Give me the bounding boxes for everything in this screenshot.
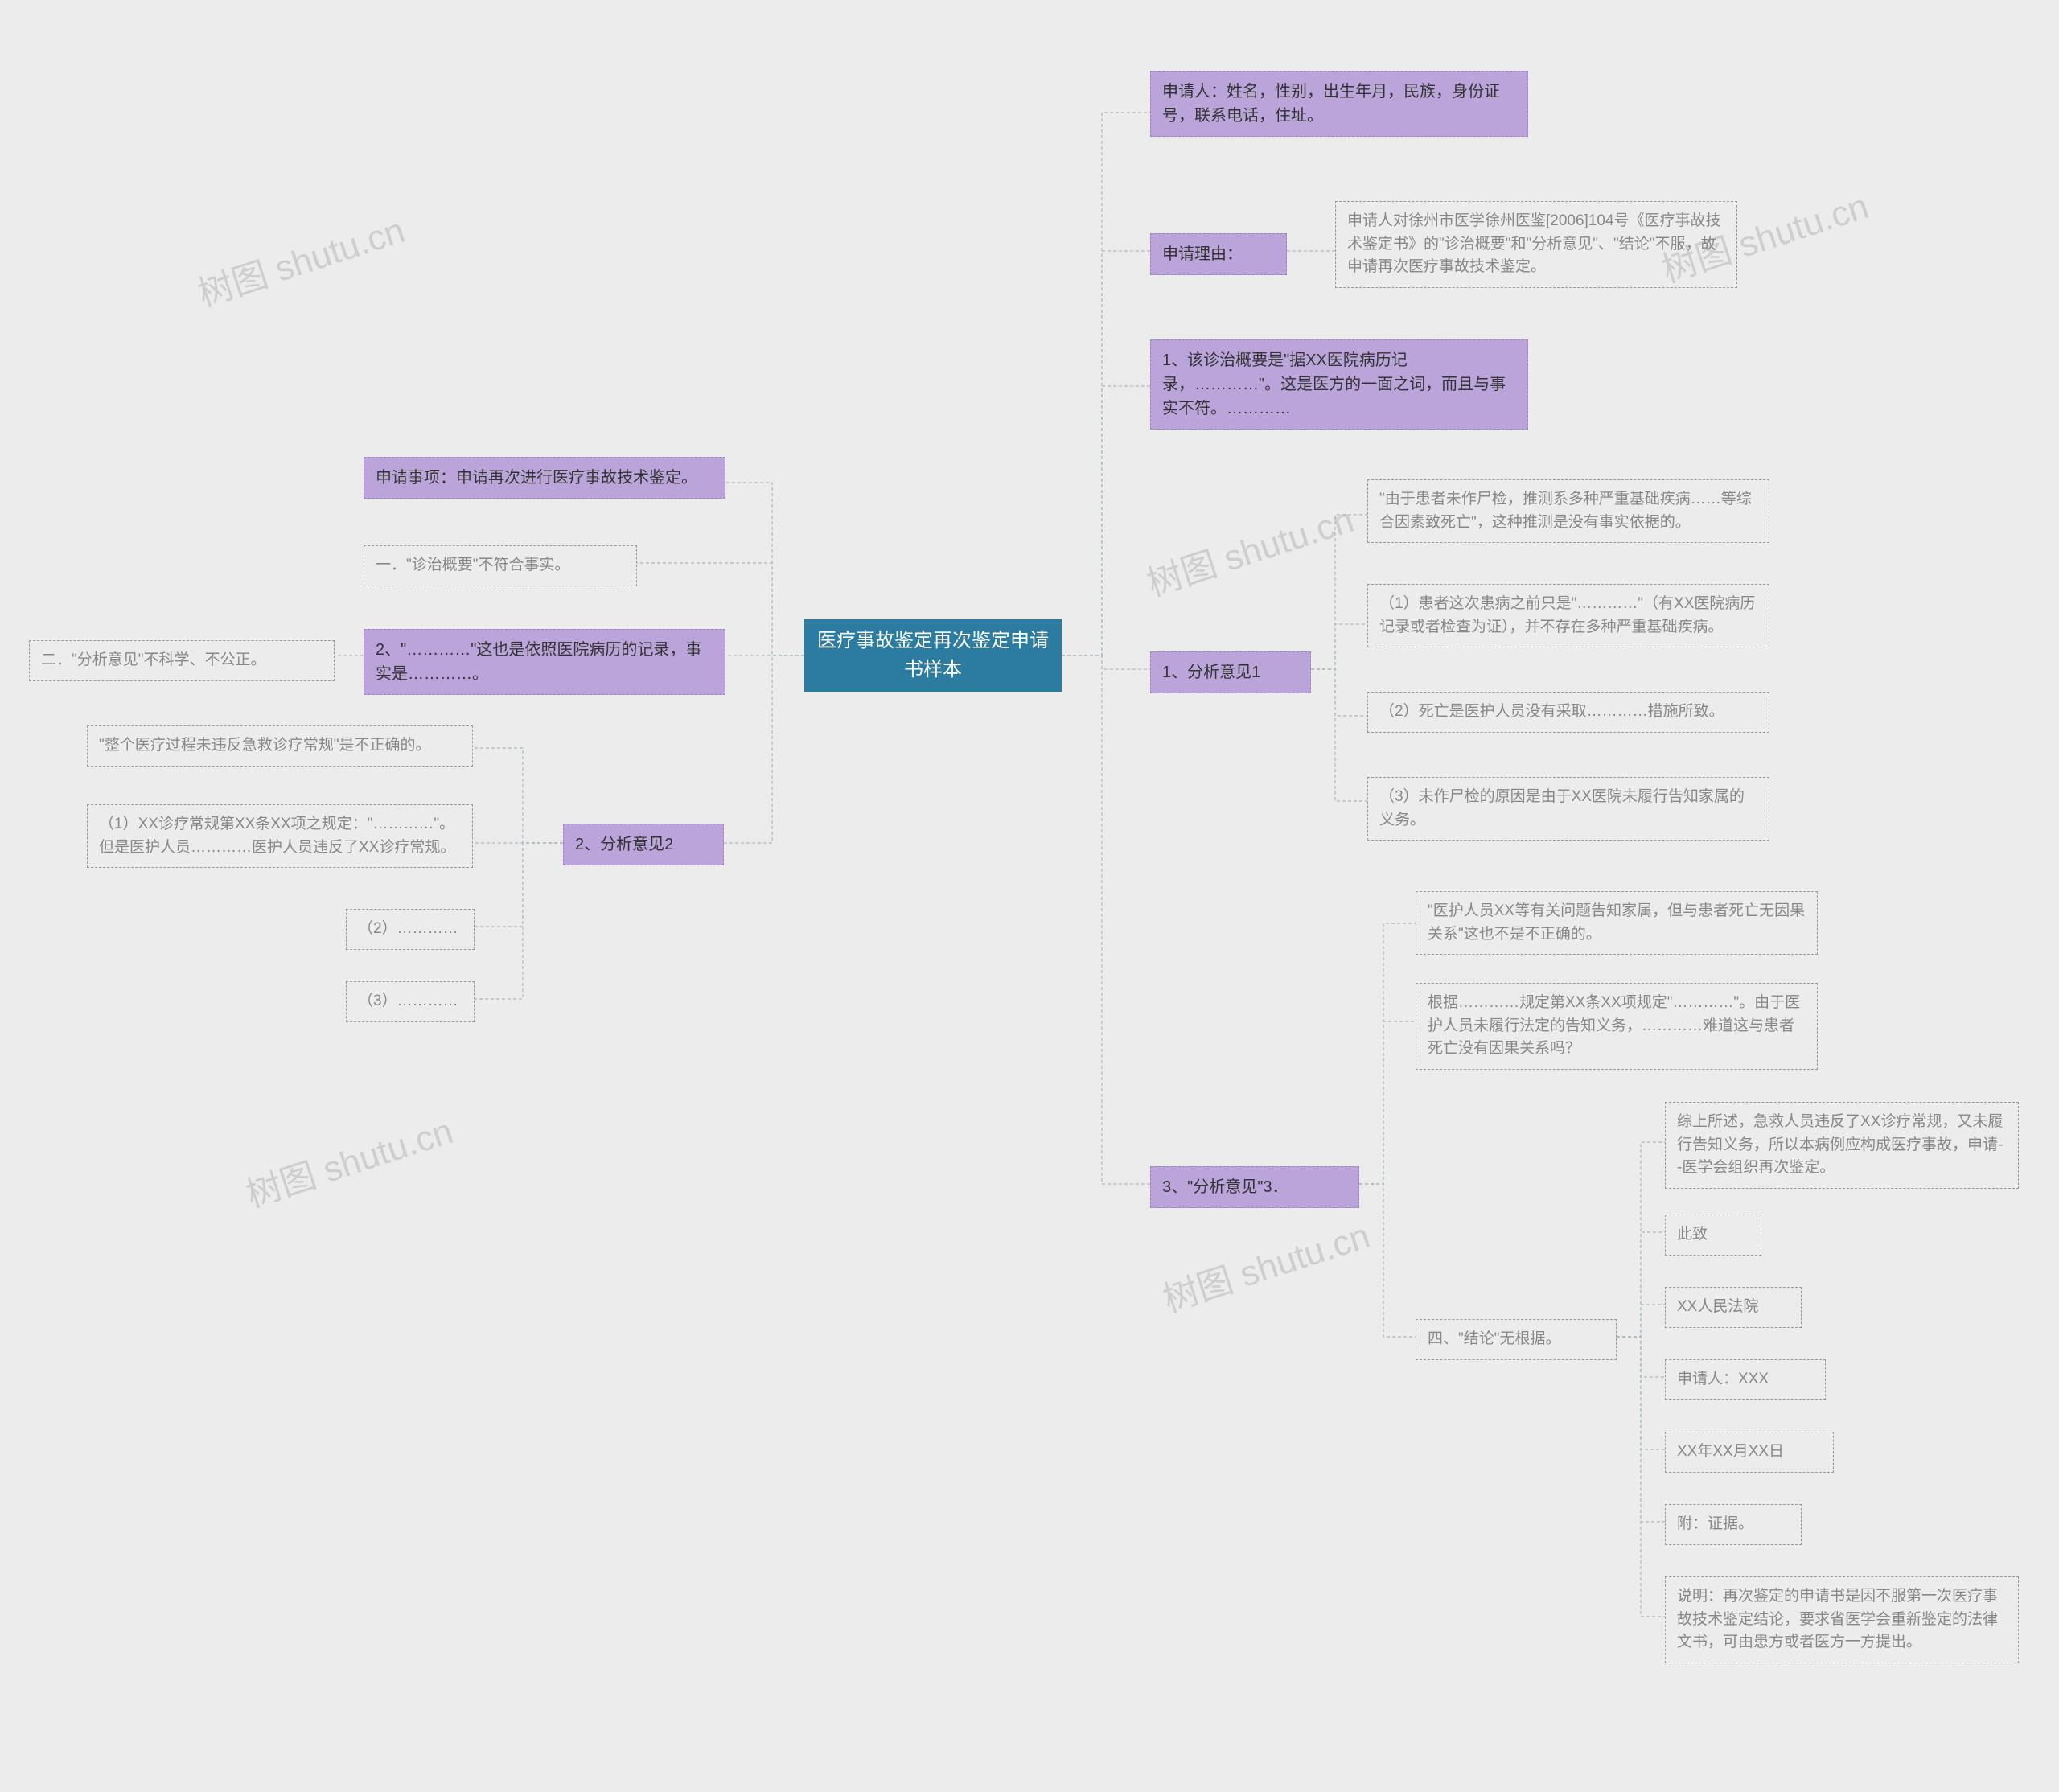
right-c-c3: XX人民法院 bbox=[1665, 1287, 1802, 1328]
right-reason-detail: 申请人对徐州市医学徐州医鉴[2006]104号《医疗事故技术鉴定书》的"诊治概要… bbox=[1335, 201, 1737, 288]
right-diag: 1、该诊治概要是"据XX医院病历记录，…………"。这是医方的一面之词，而且与事实… bbox=[1150, 339, 1528, 430]
left-a2-c2: （1）XX诊疗常规第XX条XX项之规定："…………"。但是医护人员…………医护人… bbox=[87, 804, 473, 868]
root-label: 医疗事故鉴定再次鉴定申请书样本 bbox=[816, 627, 1050, 684]
right-c-c5: XX年XX月XX日 bbox=[1665, 1432, 1834, 1473]
right-c-c1: 综上所述，急救人员违反了XX诊疗常规，又未履行告知义务，所以本病例应构成医疗事故… bbox=[1665, 1102, 2019, 1189]
right-conclusion: 四、"结论"无根据。 bbox=[1416, 1319, 1617, 1360]
right-c-c2: 此致 bbox=[1665, 1215, 1761, 1256]
right-c-c4: 申请人：XXX bbox=[1665, 1359, 1826, 1400]
right-analysis1: 1、分析意见1 bbox=[1150, 651, 1311, 693]
right-c-c7: 说明：再次鉴定的申请书是因不服第一次医疗事故技术鉴定结论，要求省医学会重新鉴定的… bbox=[1665, 1576, 2019, 1663]
left-item-analysis-unfair: 二．"分析意见"不科学、不公正。 bbox=[29, 640, 335, 681]
right-a3-c1: "医护人员XX等有关问题告知家属，但与患者死亡无因果关系"这也不是不正确的。 bbox=[1416, 891, 1818, 955]
right-a3-c2: 根据…………规定第XX条XX项规定"…………"。由于医护人员未履行法定的告知义务… bbox=[1416, 983, 1818, 1070]
left-a2-c1: "整个医疗过程未违反急救诊疗常规"是不正确的。 bbox=[87, 725, 473, 767]
right-a1-c1: "由于患者未作尸检，推测系多种严重基础疾病……等综合因素致死亡"，这种推测是没有… bbox=[1367, 479, 1769, 543]
watermark: 树图 shutu.cn bbox=[1156, 1206, 1375, 1321]
watermark: 树图 shutu.cn bbox=[1140, 491, 1359, 606]
right-a1-c2: （1）患者这次患病之前只是"…………"（有XX医院病历记录或者检查为证），并不存… bbox=[1367, 584, 1769, 647]
right-c-c6: 附：证据。 bbox=[1665, 1504, 1802, 1545]
left-a2-c3: （2）………… bbox=[346, 909, 475, 950]
right-reason: 申请理由： bbox=[1150, 233, 1287, 275]
left-item-diag-summary: 一．"诊治概要"不符合事实。 bbox=[364, 545, 637, 586]
right-a1-c3: （2）死亡是医护人员没有采取…………措施所致。 bbox=[1367, 692, 1769, 733]
left-a2-c4: （3）………… bbox=[346, 981, 475, 1022]
root-node: 医疗事故鉴定再次鉴定申请书样本 bbox=[804, 619, 1062, 692]
right-applicant: 申请人：姓名，性别，出生年月，民族，身份证号，联系电话，住址。 bbox=[1150, 71, 1528, 137]
left-item-record: 2、"…………"这也是依照医院病历的记录，事实是…………。 bbox=[364, 629, 725, 695]
right-a1-c4: （3）未作尸检的原因是由于XX医院未履行告知家属的义务。 bbox=[1367, 777, 1769, 841]
watermark: 树图 shutu.cn bbox=[191, 201, 410, 316]
left-analysis2: 2、分析意见2 bbox=[563, 824, 724, 865]
watermark: 树图 shutu.cn bbox=[239, 1102, 458, 1217]
left-item-apply: 申请事项：申请再次进行医疗事故技术鉴定。 bbox=[364, 457, 725, 499]
right-analysis3: 3、"分析意见"3． bbox=[1150, 1166, 1359, 1208]
